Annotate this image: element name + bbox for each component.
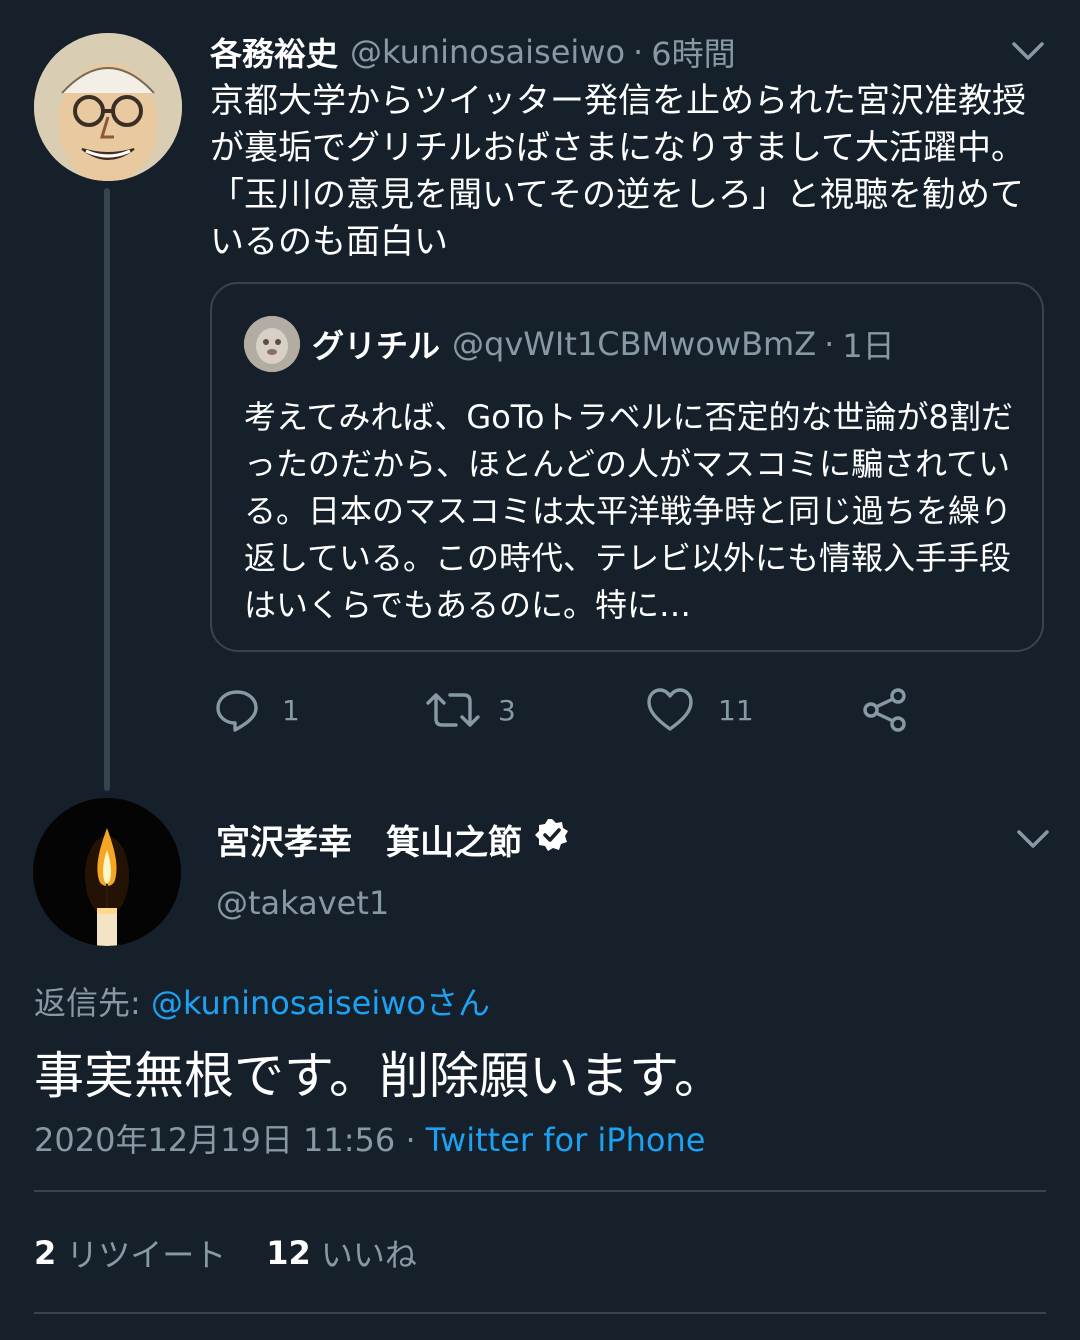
parent-tweet-header: 各務裕史 @kuninosaiseiwo · 6時間 [210, 28, 736, 76]
thread-connector [104, 188, 110, 791]
reply-context: 返信先: @kuninosaiseiwoさん [34, 978, 490, 1024]
retweets-stat[interactable]: 2 リツイート [34, 1230, 226, 1276]
quoted-author-handle: @qvWIt1CBMwowBmZ [452, 325, 817, 363]
retweet-icon [426, 687, 480, 733]
chevron-down-icon[interactable] [1013, 824, 1053, 854]
tweet-source-link[interactable]: Twitter for iPhone [426, 1121, 706, 1159]
share-button[interactable] [862, 684, 908, 736]
candle-avatar[interactable] [33, 798, 181, 946]
divider [34, 1312, 1046, 1314]
tweet-meta: 2020年12月19日 11:56 · Twitter for iPhone [34, 1115, 705, 1161]
reply-button[interactable]: 1 [214, 684, 300, 736]
retweets-count: 2 [34, 1234, 57, 1272]
main-tweet-text: 事実無根です。削除願います。 [34, 1047, 724, 1105]
quoted-tweet-time: 1日 [842, 327, 895, 365]
verified-badge-icon [534, 817, 570, 862]
quoted-tweet-card[interactable]: グリチル @qvWIt1CBMwowBmZ · 1日 考えてみれば、GoToトラ… [210, 282, 1044, 652]
reply-count: 1 [282, 693, 300, 727]
retweet-button[interactable]: 3 [426, 684, 516, 736]
like-icon [646, 687, 694, 733]
tweet-detail-page: 各務裕史 @kuninosaiseiwo · 6時間 京都大学からツイッター発信… [0, 0, 1080, 1340]
retweets-label: リツイート [66, 1236, 227, 1274]
likes-label: いいね [320, 1236, 417, 1274]
header-separator: · [633, 33, 644, 71]
main-author-name[interactable]: 宮沢孝幸 箕山之節 [216, 815, 522, 864]
main-author-name-row: 宮沢孝幸 箕山之節 [216, 815, 570, 863]
parent-author-handle[interactable]: @kuninosaiseiwo [350, 33, 625, 71]
likes-count: 12 [266, 1234, 311, 1272]
reply-prefix: 返信先: [34, 984, 151, 1022]
quoted-author-name: グリチル [312, 327, 441, 365]
like-button[interactable]: 11 [646, 684, 754, 736]
divider [34, 1190, 1046, 1192]
retweet-count: 3 [498, 693, 516, 727]
quoted-author-avatar [244, 316, 300, 372]
header-separator: · [824, 325, 835, 363]
reply-mention-link[interactable]: @kuninosaiseiwoさん [151, 984, 490, 1022]
parent-tweet-time[interactable]: 6時間 [651, 29, 735, 75]
parent-author-avatar[interactable] [34, 33, 182, 181]
like-count: 11 [718, 693, 754, 727]
share-icon [862, 687, 908, 733]
parent-author-name[interactable]: 各務裕史 [210, 29, 338, 75]
chevron-down-icon[interactable] [1008, 36, 1048, 66]
meta-separator: · [395, 1121, 426, 1159]
quoted-tweet-text: 考えてみれば、GoToトラベルに否定的な世論が8割だったのだから、ほとんどの人が… [244, 398, 1013, 624]
main-author-handle[interactable]: @takavet1 [216, 884, 389, 922]
quoted-tweet-header: グリチル @qvWIt1CBMwowBmZ · 1日 [312, 320, 895, 368]
likes-stat[interactable]: 12 いいね [266, 1230, 417, 1276]
reply-icon [214, 687, 260, 733]
parent-tweet-text: 京都大学からツイッター発信を止められた宮沢准教授が裏垢でグリチルおばさまになりす… [210, 81, 1026, 262]
tweet-timestamp[interactable]: 2020年12月19日 11:56 [34, 1121, 395, 1159]
tweet-action-bar: 1 3 11 [210, 684, 930, 736]
tweet-stats: 2 リツイート 12 いいね [34, 1230, 457, 1276]
